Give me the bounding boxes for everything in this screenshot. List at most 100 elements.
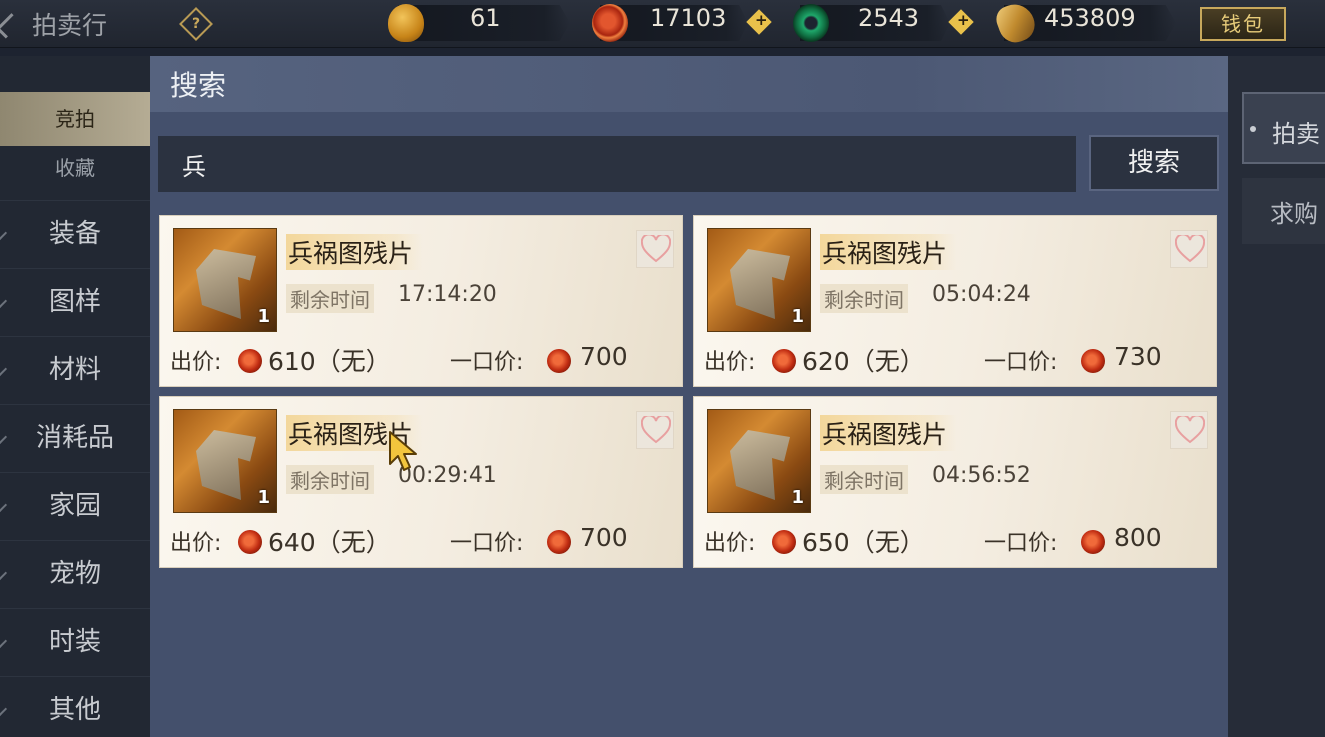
add-currency-icon[interactable] — [948, 9, 974, 35]
buyout-label: 一口价: — [984, 350, 1058, 375]
category-label: 装备 — [48, 219, 101, 249]
favorite-heart-icon[interactable] — [1170, 230, 1208, 268]
copper-coin-icon — [547, 530, 571, 554]
category-label: 宠物 — [48, 559, 101, 589]
time-remaining-value: 17:14:20 — [398, 282, 497, 307]
category-label: 时装 — [48, 627, 101, 657]
tab-bid[interactable]: 竞拍 — [0, 92, 150, 146]
category-equipment[interactable]: 装备 — [0, 200, 150, 266]
tab-want-to-buy[interactable]: 求购 — [1242, 178, 1325, 244]
time-remaining-value: 04:56:52 — [932, 463, 1031, 488]
buyout-label: 一口价: — [984, 531, 1058, 556]
mouse-cursor-icon — [389, 431, 417, 471]
item-name: 兵祸图残片 — [820, 234, 958, 270]
category-other[interactable]: 其他 — [0, 676, 150, 737]
tab-auction-dot — [1250, 126, 1256, 132]
category-consumables[interactable]: 消耗品 — [0, 404, 150, 470]
buyout-label: 一口价: — [450, 531, 524, 556]
tab-favorites[interactable]: 收藏 — [0, 148, 150, 188]
bid-label: 出价: — [704, 531, 756, 556]
right-tab-panel: 拍卖 求购 — [1228, 56, 1325, 737]
search-button[interactable]: 搜索 — [1089, 135, 1219, 191]
copper-coin-icon — [772, 349, 796, 373]
back-chevron-icon[interactable] — [0, 13, 22, 39]
item-card[interactable]: 1 兵祸图残片 剩余时间 05:04:24 出价: 620（无） 一口价: 73… — [693, 215, 1217, 387]
item-name: 兵祸图残片 — [820, 415, 958, 451]
search-input[interactable] — [158, 136, 1076, 192]
jade-pendant-icon — [388, 4, 424, 42]
chevron-down-icon — [0, 225, 8, 241]
help-glyph: ? — [191, 16, 201, 32]
bid-value: 610（无） — [268, 347, 391, 376]
item-thumbnail: 1 — [173, 409, 277, 513]
tab-auction[interactable]: 拍卖 — [1242, 92, 1325, 164]
category-label: 材料 — [48, 355, 101, 385]
buyout-value: 800 — [1114, 523, 1162, 552]
page-title: 拍卖行 — [32, 11, 108, 40]
bid-label: 出价: — [170, 350, 222, 375]
tab-auction-label: 拍卖 — [1272, 120, 1320, 148]
copper-coin-icon — [238, 530, 262, 554]
item-card[interactable]: 1 兵祸图残片 剩余时间 04:56:52 出价: 650（无） 一口价: 80… — [693, 396, 1217, 568]
map-fragment-icon — [196, 430, 256, 500]
category-label: 消耗品 — [35, 423, 114, 453]
favorite-heart-icon[interactable] — [636, 411, 674, 449]
time-remaining-label: 剩余时间 — [286, 465, 374, 494]
item-name: 兵祸图残片 — [286, 234, 424, 270]
bid-value: 640（无） — [268, 528, 391, 557]
chevron-down-icon — [0, 429, 8, 445]
bid-value: 650（无） — [802, 528, 925, 557]
category-patterns[interactable]: 图样 — [0, 268, 150, 334]
currency-value: 2543 — [858, 4, 920, 32]
help-icon[interactable]: ? — [179, 7, 213, 41]
buyout-value: 730 — [1114, 342, 1162, 371]
copper-coin-icon — [1081, 349, 1105, 373]
category-materials[interactable]: 材料 — [0, 336, 150, 402]
copper-coin-icon — [772, 530, 796, 554]
buyout-value: 700 — [580, 342, 628, 371]
add-currency-icon[interactable] — [746, 9, 772, 35]
category-home[interactable]: 家园 — [0, 472, 150, 538]
chevron-down-icon — [0, 565, 8, 581]
category-label: 其他 — [48, 695, 101, 725]
category-label: 图样 — [48, 287, 101, 317]
category-sidebar: 竞拍 收藏 装备 图样 材料 消耗品 家园 宠物 时装 其他 — [0, 56, 150, 737]
favorite-heart-icon[interactable] — [1170, 411, 1208, 449]
item-thumbnail: 1 — [707, 228, 811, 332]
time-remaining-label: 剩余时间 — [820, 465, 908, 494]
copper-coin-icon — [547, 349, 571, 373]
item-quantity: 1 — [257, 487, 270, 508]
map-fragment-icon — [730, 430, 790, 500]
chevron-down-icon — [0, 497, 8, 513]
category-fashion[interactable]: 时装 — [0, 608, 150, 674]
item-card[interactable]: 1 兵祸图残片 剩余时间 00:29:41 出价: 640（无） 一口价: 70… — [159, 396, 683, 568]
favorite-heart-icon[interactable] — [636, 230, 674, 268]
search-panel-header: 搜索 — [150, 56, 1228, 112]
item-quantity: 1 — [791, 306, 804, 327]
bid-value: 620（无） — [802, 347, 925, 376]
wallet-button[interactable]: 钱包 — [1200, 7, 1286, 41]
category-label: 家园 — [48, 491, 101, 521]
copper-coin-icon — [1081, 530, 1105, 554]
currency-value: 17103 — [650, 4, 727, 32]
item-card[interactable]: 1 兵祸图残片 剩余时间 17:14:20 出价: 610（无） 一口价: 70… — [159, 215, 683, 387]
copper-coin-icon — [238, 349, 262, 373]
item-quantity: 1 — [257, 306, 270, 327]
item-quantity: 1 — [791, 487, 804, 508]
bid-label: 出价: — [170, 531, 222, 556]
time-remaining-value: 05:04:24 — [932, 282, 1031, 307]
map-fragment-icon — [196, 249, 256, 319]
category-pets[interactable]: 宠物 — [0, 540, 150, 606]
time-remaining-label: 剩余时间 — [286, 284, 374, 313]
chevron-down-icon — [0, 293, 8, 309]
tab-want-to-buy-label: 求购 — [1270, 200, 1318, 228]
search-panel-title: 搜索 — [170, 69, 227, 102]
time-remaining-label: 剩余时间 — [820, 284, 908, 313]
buyout-value: 700 — [580, 523, 628, 552]
top-bar: 拍卖行 ? 61 17103 2543 453809 钱包 — [0, 0, 1325, 48]
bid-label: 出价: — [704, 350, 756, 375]
map-fragment-icon — [730, 249, 790, 319]
item-thumbnail: 1 — [707, 409, 811, 513]
currency-value: 453809 — [1044, 4, 1136, 32]
copper-coin-icon — [592, 4, 628, 42]
